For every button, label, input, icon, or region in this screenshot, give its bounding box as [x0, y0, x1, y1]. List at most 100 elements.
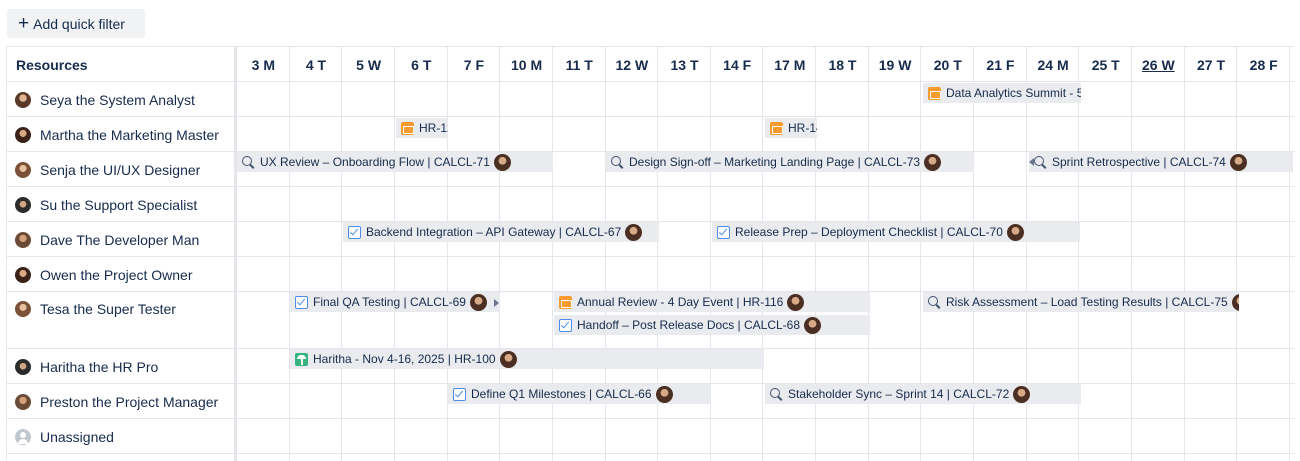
resource-name: Su the Support Specialist	[40, 197, 198, 213]
assignee-avatar	[1006, 223, 1024, 241]
day-header[interactable]: 19 W	[869, 57, 922, 73]
resource-item[interactable]: Seya the System Analyst	[15, 91, 195, 109]
timeline-bar[interactable]: Release Prep – Deployment Checklist | CA…	[712, 222, 1080, 242]
leave-icon	[295, 352, 308, 366]
avatar	[15, 92, 31, 108]
plus-icon: +	[18, 13, 30, 34]
avatar	[15, 359, 31, 375]
day-header[interactable]: 5 W	[342, 57, 395, 73]
bar-label: Data Analytics Summit - 5	[946, 86, 1081, 100]
bar-label: HR-12	[419, 121, 448, 135]
bar-label: Sprint Retrospective | CALCL-74	[1052, 155, 1226, 169]
timeline-bar[interactable]: Final QA Testing | CALCL-69	[290, 292, 500, 312]
bar-label: UX Review – Onboarding Flow | CALCL-71	[260, 155, 490, 169]
timeline-bar[interactable]: HR-14	[765, 118, 817, 138]
resource-item[interactable]: Martha the Marketing Master	[15, 126, 219, 144]
bar-label: Final QA Testing | CALCL-69	[313, 295, 466, 309]
day-header[interactable]: 17 M	[764, 57, 817, 73]
assignee-avatar	[655, 385, 673, 403]
bar-label: HR-14	[788, 121, 817, 135]
resource-name: Tesa the Super Tester	[40, 301, 176, 317]
task-checkbox-icon	[348, 225, 361, 239]
calendar-event-icon	[928, 86, 941, 100]
day-header[interactable]: 4 T	[290, 57, 343, 73]
day-header[interactable]: 28 F	[1237, 57, 1290, 73]
day-header-today[interactable]: 26 W	[1132, 57, 1185, 73]
resource-name: Owen the Project Owner	[40, 267, 193, 283]
bar-label: Stakeholder Sync – Sprint 14 | CALCL-72	[788, 387, 1010, 401]
day-header[interactable]: 21 F	[974, 57, 1027, 73]
assignee-avatar	[1231, 293, 1239, 311]
resource-name: Unassigned	[40, 429, 114, 445]
timeline-bar[interactable]: Backend Integration – API Gateway | CALC…	[343, 222, 659, 242]
avatar	[15, 162, 31, 178]
day-header[interactable]: 7 F	[448, 57, 501, 73]
resource-row	[7, 187, 1295, 222]
avatar	[15, 301, 31, 317]
timeline-bar[interactable]: UX Review – Onboarding Flow | CALCL-71	[237, 152, 553, 172]
timeline-bar[interactable]: Define Q1 Milestones | CALCL-66	[448, 384, 711, 404]
add-quick-filter-button[interactable]: + Add quick filter	[7, 9, 145, 38]
timeline-bar[interactable]: Design Sign-off – Marketing Landing Page…	[606, 152, 974, 172]
assignee-avatar	[1013, 385, 1031, 403]
resource-item[interactable]: Dave The Developer Man	[15, 231, 199, 249]
timeline-bar[interactable]: Data Analytics Summit - 5	[923, 83, 1081, 103]
day-header[interactable]: 11 T	[553, 57, 606, 73]
timeline-bar[interactable]: Annual Review - 4 Day Event | HR-116	[554, 292, 870, 312]
day-header[interactable]: 14 F	[711, 57, 764, 73]
resource-item[interactable]: Unassigned	[15, 428, 114, 446]
resource-name: Seya the System Analyst	[40, 92, 195, 108]
calendar-event-icon	[559, 295, 572, 309]
resource-name: Senja the UI/UX Designer	[40, 162, 201, 178]
day-header[interactable]: 13 T	[658, 57, 711, 73]
assignee-avatar	[1229, 153, 1247, 171]
resource-name: Preston the Project Manager	[40, 394, 219, 410]
avatar	[15, 232, 31, 248]
day-header[interactable]: 3 M	[237, 57, 290, 73]
resource-item[interactable]: Owen the Project Owner	[15, 266, 193, 284]
day-header[interactable]: 6 T	[395, 57, 448, 73]
assignee-avatar	[499, 350, 517, 368]
calendar-event-icon	[401, 121, 414, 135]
resource-item[interactable]: Preston the Project Manager	[15, 393, 218, 411]
day-header[interactable]: 18 T	[816, 57, 869, 73]
resource-row	[7, 82, 1295, 117]
day-header[interactable]: 24 M	[1027, 57, 1080, 73]
avatar	[15, 267, 31, 283]
resource-name: Martha the Marketing Master	[40, 127, 219, 143]
bar-label: Risk Assessment – Load Testing Results |…	[946, 295, 1228, 309]
review-icon	[611, 155, 624, 169]
continue-right-icon[interactable]	[494, 299, 499, 307]
timeline-bar[interactable]: HR-12	[396, 118, 448, 138]
unassigned-user-icon	[15, 429, 31, 445]
timeline-bar[interactable]: Sprint Retrospective | CALCL-74	[1029, 152, 1293, 172]
task-checkbox-icon	[453, 387, 466, 401]
resource-item[interactable]: Senja the UI/UX Designer	[15, 161, 200, 179]
resource-name: Dave The Developer Man	[40, 232, 200, 248]
day-header[interactable]: 10 M	[500, 57, 553, 73]
calendar-event-icon	[770, 121, 783, 135]
day-header[interactable]: 20 T	[921, 57, 974, 73]
assignee-avatar	[804, 316, 822, 334]
assignee-avatar	[787, 293, 805, 311]
continue-left-icon[interactable]	[1029, 158, 1034, 166]
bar-label: Define Q1 Milestones | CALCL-66	[471, 387, 652, 401]
bar-label: Handoff – Post Release Docs | CALCL-68	[577, 318, 801, 332]
bar-label: Backend Integration – API Gateway | CALC…	[366, 225, 622, 239]
resource-row	[7, 257, 1295, 292]
timeline-bar[interactable]: Haritha - Nov 4-16, 2025 | HR-100	[290, 349, 764, 369]
avatar	[15, 394, 31, 410]
day-header[interactable]: 25 T	[1079, 57, 1132, 73]
bar-label: Haritha - Nov 4-16, 2025 | HR-100	[313, 352, 496, 366]
resource-item[interactable]: Su the Support Specialist	[15, 196, 197, 214]
resource-item[interactable]: Tesa the Super Tester	[15, 300, 176, 318]
review-icon	[1034, 155, 1047, 169]
day-header[interactable]: 27 T	[1185, 57, 1238, 73]
day-header[interactable]: 12 W	[606, 57, 659, 73]
timeline-bar[interactable]: Handoff – Post Release Docs | CALCL-68	[554, 315, 870, 335]
resource-item[interactable]: Haritha the HR Pro	[15, 358, 158, 376]
review-icon	[242, 155, 255, 169]
resource-row	[7, 419, 1295, 454]
timeline-bar[interactable]: Risk Assessment – Load Testing Results |…	[923, 292, 1239, 312]
timeline-bar[interactable]: Stakeholder Sync – Sprint 14 | CALCL-72	[765, 384, 1081, 404]
